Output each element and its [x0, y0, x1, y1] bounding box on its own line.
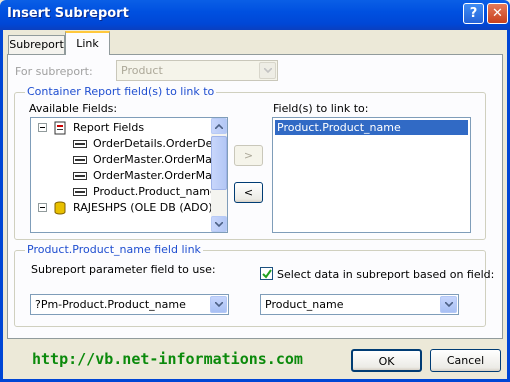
field-icon [73, 188, 87, 196]
remove-field-label: < [243, 186, 254, 199]
tree-field-row[interactable]: Product.Product_name [31, 184, 217, 200]
chevron-down-icon[interactable] [440, 296, 457, 313]
field-icon [73, 156, 87, 164]
param-field-label: Subreport parameter field to use: [31, 263, 216, 276]
param-field-value: ?Pm-Product.Product_name [35, 298, 186, 311]
scroll-up-button[interactable] [211, 118, 227, 134]
tree-scrollbar[interactable] [211, 118, 227, 232]
window-title: Insert Subreport [7, 6, 129, 21]
ok-button[interactable]: OK [351, 349, 422, 372]
container-group-title: Container Report field(s) to link to [25, 85, 217, 98]
field-icon [73, 140, 87, 148]
tree-field-label: Product.Product_name [93, 185, 217, 198]
help-button[interactable]: ? [463, 3, 484, 24]
cancel-button[interactable]: Cancel [430, 349, 501, 372]
help-icon: ? [469, 6, 478, 21]
select-data-checkbox[interactable] [260, 267, 273, 280]
for-subreport-value: Product [121, 64, 163, 77]
scroll-thumb[interactable] [211, 136, 227, 190]
tree-db-label: RAJESHPS (OLE DB (ADO)) [73, 201, 217, 214]
tree-field-row[interactable]: OrderMaster.OrderMast [31, 168, 222, 184]
tab-link[interactable]: Link [65, 31, 110, 55]
database-icon [54, 201, 66, 215]
list-item[interactable]: Product.Product_name [275, 120, 468, 135]
collapse-icon[interactable] [38, 203, 47, 212]
field-icon [73, 172, 87, 180]
available-fields-tree[interactable]: Report Fields OrderDetails.OrderDetai Or… [30, 117, 228, 233]
for-subreport-label: For subreport: [15, 65, 93, 78]
tree-field-label: OrderMaster.OrderMast [93, 153, 222, 166]
close-button[interactable]: ✕ [487, 3, 508, 24]
tree-field-label: OrderDetails.OrderDetai [93, 137, 227, 150]
chevron-down-icon [215, 222, 223, 227]
chevron-down-icon[interactable] [210, 296, 227, 313]
tree-root-row[interactable]: Report Fields [31, 120, 211, 136]
cancel-label: Cancel [446, 354, 485, 367]
report-icon [54, 121, 66, 135]
close-icon: ✕ [492, 6, 503, 21]
subreport-field-combo[interactable]: Product_name [260, 294, 459, 315]
site-url: http://vb.net-informations.com [32, 350, 303, 368]
select-data-label: Select data in subreport based on field: [277, 268, 495, 281]
chevron-up-icon [215, 124, 223, 129]
linked-fields-list[interactable]: Product.Product_name [272, 117, 471, 233]
param-field-combo[interactable]: ?Pm-Product.Product_name [30, 294, 229, 315]
tree-db-row[interactable]: RAJESHPS (OLE DB (ADO)) [31, 200, 217, 216]
tree-root-label: Report Fields [73, 121, 145, 134]
subreport-field-value: Product_name [265, 298, 344, 311]
for-subreport-combo[interactable]: Product [116, 60, 278, 81]
linked-fields-label: Field(s) to link to: [273, 102, 369, 115]
field-link-group-title: Product.Product_name field link [25, 243, 203, 256]
available-fields-label: Available Fields: [29, 102, 118, 115]
collapse-icon[interactable] [38, 123, 47, 132]
checkmark-icon [262, 269, 272, 279]
tab-link-label: Link [76, 37, 99, 50]
chevron-down-icon [259, 62, 276, 79]
scroll-down-button[interactable] [211, 216, 227, 232]
field-link-group [14, 250, 486, 327]
tab-subreport-label: Subreport [9, 38, 64, 51]
tab-subreport[interactable]: Subreport [8, 35, 65, 55]
tree-field-row[interactable]: OrderDetails.OrderDetai [31, 136, 227, 152]
ok-label: OK [378, 355, 395, 368]
tree-field-label: OrderMaster.OrderMast [93, 169, 222, 182]
title-bar: Insert Subreport ? ✕ [0, 0, 510, 30]
window-border-left [0, 30, 3, 382]
add-field-button[interactable]: > [234, 145, 263, 166]
add-field-label: > [243, 149, 254, 162]
remove-field-button[interactable]: < [234, 182, 263, 203]
tree-field-row[interactable]: OrderMaster.OrderMast [31, 152, 222, 168]
